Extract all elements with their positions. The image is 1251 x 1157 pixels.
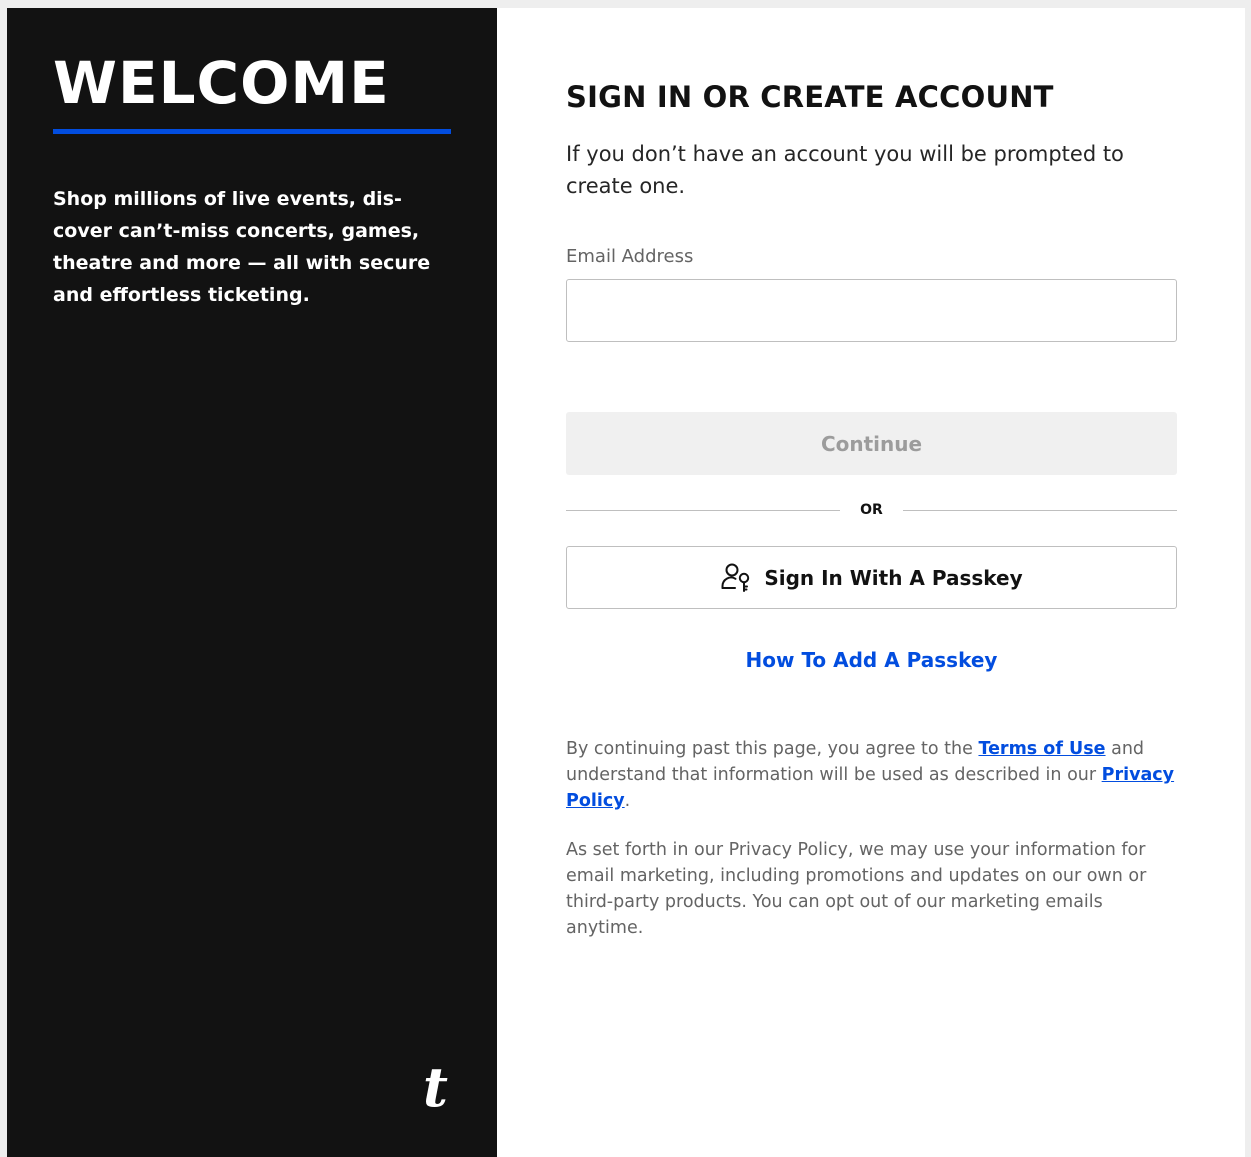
email-field[interactable]: [566, 279, 1177, 342]
marketing-notice: As set forth in our Privacy Policy, we m…: [566, 840, 1147, 938]
signin-panel: SIGN IN OR CREATE ACCOUNT If you don’t h…: [497, 8, 1245, 1157]
or-label: OR: [860, 502, 883, 518]
terms-notice-suffix: .: [624, 791, 631, 811]
user-key-icon: [720, 561, 754, 595]
signin-page: WELCOME Shop millions of live events, di…: [7, 8, 1245, 1157]
divider-line-right: [902, 509, 1177, 511]
email-label: Email Address: [566, 246, 694, 267]
welcome-tagline: Shop millions of live events, dis-cover …: [53, 188, 431, 306]
welcome-underline: [53, 129, 451, 134]
continue-button[interactable]: Continue: [566, 412, 1177, 475]
or-divider: OR: [566, 499, 1177, 521]
passkey-button-label: Sign In With A Passkey: [764, 565, 1023, 590]
welcome-title: WELCOME: [53, 49, 390, 117]
how-to-add-passkey-link[interactable]: How To Add A Passkey: [566, 648, 1177, 672]
form-heading: SIGN IN OR CREATE ACCOUNT: [566, 80, 1054, 114]
terms-notice: By continuing past this page, you agree …: [566, 736, 1177, 814]
terms-notice-prefix: By continuing past this page, you agree …: [566, 739, 979, 759]
welcome-panel: WELCOME Shop millions of live events, di…: [7, 8, 497, 1157]
divider-line-left: [566, 509, 841, 511]
brand-logo: t: [423, 1055, 448, 1119]
terms-of-use-link[interactable]: Terms of Use: [978, 739, 1105, 759]
passkey-signin-button[interactable]: Sign In With A Passkey: [566, 546, 1177, 609]
form-subtext: If you don’t have an account you will be…: [566, 142, 1124, 198]
